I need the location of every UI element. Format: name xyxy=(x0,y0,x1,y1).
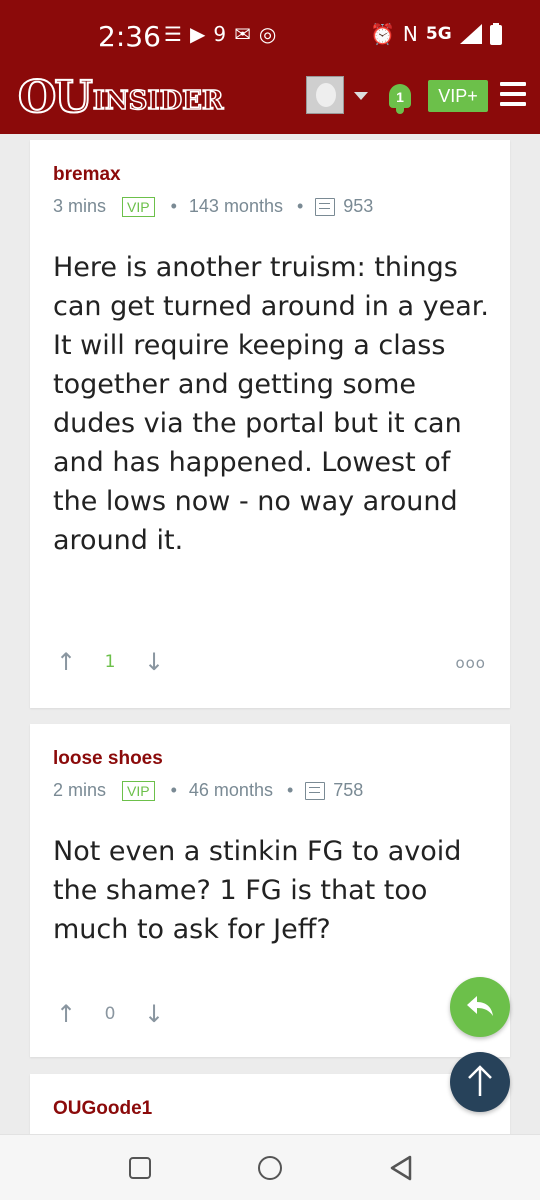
post-time: 2 mins xyxy=(53,780,107,800)
home-icon[interactable] xyxy=(258,1156,282,1180)
back-icon[interactable] xyxy=(388,1155,414,1181)
vip-badge: VIP xyxy=(122,780,155,801)
forum-post: loose shoes 2 mins VIP • 46 months • 758… xyxy=(30,724,510,1057)
comment-icon xyxy=(315,197,336,216)
user-avatar[interactable] xyxy=(306,76,344,114)
upvote-arrow-icon[interactable]: ↑ xyxy=(53,1000,79,1028)
logo-insider: INSIDER xyxy=(92,85,224,117)
mail-icon: ✉ xyxy=(234,22,251,46)
post-author[interactable]: bremax xyxy=(53,164,121,186)
notification-count: 1 xyxy=(389,84,411,108)
system-icons: ⏰ N 5G xyxy=(370,22,502,46)
post-meta: 2 mins VIP • 46 months • 758 xyxy=(53,780,363,801)
youtube-icon: ▶ xyxy=(189,22,206,46)
vote-controls: ↑ 0 ↓ xyxy=(53,1000,167,1028)
vote-count: 1 xyxy=(104,652,116,672)
separator-dot: • xyxy=(286,780,294,800)
app-9-icon: 9 xyxy=(213,22,227,46)
upvote-arrow-icon[interactable]: ↑ xyxy=(53,648,79,676)
user-post-count: 758 xyxy=(333,780,364,800)
post-body: Here is another truism: things can get t… xyxy=(53,252,489,556)
forum-post: OUGoode1 xyxy=(30,1074,510,1134)
downvote-arrow-icon[interactable]: ↓ xyxy=(141,1000,167,1028)
nfc-icon: N xyxy=(402,22,418,46)
app-notification-icon: ☰ xyxy=(164,22,182,46)
separator-dot: • xyxy=(296,196,304,216)
reply-icon[interactable] xyxy=(450,977,510,1037)
vote-count: 0 xyxy=(104,1004,116,1024)
vote-controls: ↑ 1 ↓ xyxy=(53,648,167,676)
post-author[interactable]: OUGoode1 xyxy=(53,1098,152,1120)
logo-ou: OU xyxy=(17,72,94,123)
forum-post: bremax 3 mins VIP • 143 months • 953 Her… xyxy=(30,140,510,708)
separator-dot: • xyxy=(170,780,177,800)
chevron-down-icon[interactable] xyxy=(354,92,368,100)
ou-insider-logo[interactable]: OU INSIDER xyxy=(17,72,224,123)
recent-apps-icon[interactable] xyxy=(129,1157,151,1179)
more-options-icon[interactable]: ooo xyxy=(455,654,486,672)
separator-dot: • xyxy=(170,196,177,216)
network-type: 5G xyxy=(425,24,452,44)
battery-icon xyxy=(489,23,502,45)
bell-clapper xyxy=(396,108,404,114)
notification-icons: ☰ ▶ 9 ✉ ◎ xyxy=(164,22,276,46)
instagram-icon: ◎ xyxy=(258,22,277,46)
downvote-arrow-icon[interactable]: ↓ xyxy=(141,648,167,676)
post-author[interactable]: loose shoes xyxy=(53,748,163,770)
system-navigation-bar xyxy=(0,1134,540,1200)
notifications-bell-icon[interactable]: 1 xyxy=(383,78,413,114)
vip-plus-button[interactable]: VIP+ xyxy=(428,80,488,112)
signal-icon xyxy=(459,24,482,44)
status-bar: 2:36 ☰ ▶ 9 ✉ ◎ ⏰ N 5G xyxy=(0,0,540,64)
alarm-icon: ⏰ xyxy=(370,22,395,46)
vip-badge: VIP xyxy=(122,196,155,217)
member-tenure: 143 months xyxy=(188,196,283,216)
site-header: OU INSIDER 1 VIP+ xyxy=(0,64,540,134)
member-tenure: 46 months xyxy=(188,780,273,800)
arrow-up-icon[interactable] xyxy=(450,1052,510,1112)
post-body: Not even a stinkin FG to avoid the shame… xyxy=(53,836,462,945)
post-meta: 3 mins VIP • 143 months • 953 xyxy=(53,196,373,217)
clock: 2:36 xyxy=(98,20,161,53)
hamburger-menu-icon[interactable] xyxy=(500,82,526,106)
user-post-count: 953 xyxy=(343,196,374,216)
comment-icon xyxy=(305,781,326,800)
post-time: 3 mins xyxy=(53,196,107,216)
